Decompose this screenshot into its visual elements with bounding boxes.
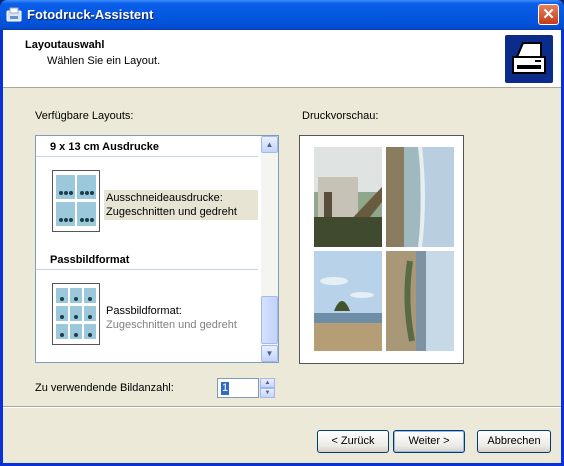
layout-item-passbild[interactable]: Passbildformat: Zugeschnitten und gedreh… <box>104 303 239 333</box>
next-button[interactable]: Weiter > <box>393 430 465 453</box>
scroll-down-icon: ▼ <box>265 349 274 358</box>
group-heading-passbild: Passbildformat <box>50 254 130 266</box>
preview-photo-1 <box>314 147 382 247</box>
image-count-label: Zu verwendende Bildanzahl: <box>35 382 174 394</box>
title-bar[interactable]: Fotodruck-Assistent ✕ <box>0 0 564 30</box>
group-divider <box>36 269 258 270</box>
scrollbar-thumb[interactable] <box>261 296 278 344</box>
back-button[interactable]: < Zurück <box>317 430 389 453</box>
group-heading-9x13: 9 x 13 cm Ausdrucke <box>50 141 160 153</box>
wizard-header: Layoutauswahl Wählen Sie ein Layout. <box>3 30 561 88</box>
group-divider <box>36 156 258 157</box>
layout-item-line1: Passbildformat: <box>106 305 182 317</box>
preview-photo-3 <box>314 251 382 351</box>
spin-down-button[interactable]: ▼ <box>260 388 275 398</box>
printer-icon <box>505 35 553 83</box>
layout-thumbnail-passbild[interactable] <box>52 283 100 345</box>
layouts-label: Verfügbare Layouts: <box>35 110 134 122</box>
cancel-button[interactable]: Abbrechen <box>477 430 551 453</box>
header-subtitle: Wählen Sie ein Layout. <box>47 55 161 67</box>
preview-photo-4 <box>386 251 454 351</box>
layout-item-ausschneide[interactable]: Ausschneideausdrucke: Zugeschnitten und … <box>104 190 258 220</box>
spin-up-icon: ▲ <box>264 380 271 386</box>
spin-up-button[interactable]: ▲ <box>260 378 275 388</box>
scroll-up-icon: ▲ <box>265 140 274 149</box>
scroll-down-button[interactable]: ▼ <box>261 345 278 362</box>
header-title: Layoutauswahl <box>25 39 105 51</box>
image-count-input[interactable]: 1 <box>217 378 259 398</box>
scroll-up-button[interactable]: ▲ <box>261 136 278 153</box>
preview-label: Druckvorschau: <box>302 110 379 122</box>
image-count-value: 1 <box>221 382 230 395</box>
layout-item-line2: Zugeschnitten und gedreht <box>106 319 237 331</box>
spin-down-icon: ▼ <box>264 390 271 396</box>
preview-photo-2 <box>386 147 454 247</box>
layout-list[interactable]: 9 x 13 cm Ausdrucke Ausschneideausdrucke… <box>35 135 279 363</box>
print-preview <box>299 135 464 364</box>
layout-thumbnail-9x13[interactable] <box>52 170 100 232</box>
wizard-window: Fotodruck-Assistent ✕ Layoutauswahl Wähl… <box>0 0 564 466</box>
app-icon <box>6 7 22 22</box>
layout-item-line2: Zugeschnitten und gedreht <box>106 206 237 218</box>
close-button[interactable]: ✕ <box>538 4 559 25</box>
wizard-body: Verfügbare Layouts: Druckvorschau: 9 x 1… <box>3 88 561 463</box>
layout-item-line1: Ausschneideausdrucke: <box>106 192 223 204</box>
close-icon: ✕ <box>542 6 555 23</box>
button-separator <box>3 406 561 408</box>
layout-list-scrollbar[interactable]: ▲ ▼ <box>261 136 278 362</box>
window-title: Fotodruck-Assistent <box>27 7 154 22</box>
